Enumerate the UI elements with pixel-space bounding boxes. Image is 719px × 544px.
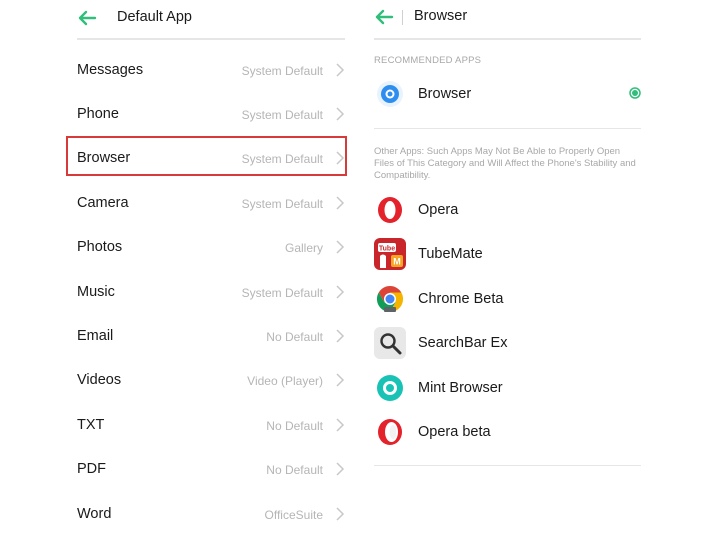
chevron-right-icon xyxy=(336,373,345,387)
svg-text:M: M xyxy=(393,257,401,267)
row-value: System Default xyxy=(241,197,323,211)
row-value: No Default xyxy=(266,330,323,344)
chevron-right-icon xyxy=(336,107,345,121)
header-separator xyxy=(402,10,403,25)
chevron-right-icon xyxy=(336,418,345,432)
browser-icon xyxy=(377,81,403,107)
default-app-header: Default App xyxy=(77,0,345,40)
mint-browser-icon xyxy=(377,375,403,401)
back-arrow-icon[interactable] xyxy=(374,9,394,25)
row-videos[interactable]: Videos Video (Player) xyxy=(77,359,345,403)
app-option-opera[interactable]: Opera xyxy=(374,194,641,238)
app-name: Chrome Beta xyxy=(418,291,504,307)
row-value: No Default xyxy=(266,463,323,477)
app-name: Browser xyxy=(418,86,472,102)
row-label: Word xyxy=(77,506,112,522)
chevron-right-icon xyxy=(336,462,345,476)
svg-text:Tube: Tube xyxy=(379,246,395,253)
row-value: Gallery xyxy=(284,241,323,255)
app-option-browser[interactable]: Browser xyxy=(374,78,641,122)
row-value: System Default xyxy=(241,108,323,122)
opera-icon xyxy=(378,197,402,223)
app-option-tubemate[interactable]: Tube M TubeMate xyxy=(374,238,641,282)
row-label: Messages xyxy=(77,62,144,78)
page-title: Browser xyxy=(414,8,468,24)
page-title: Default App xyxy=(117,9,192,25)
app-option-searchbar-ex[interactable]: SearchBar Ex xyxy=(374,327,641,371)
search-icon xyxy=(374,327,406,359)
row-phone[interactable]: Phone System Default xyxy=(77,93,345,137)
row-label: Videos xyxy=(77,372,122,388)
row-messages[interactable]: Messages System Default xyxy=(77,49,345,93)
chrome-beta-icon xyxy=(376,285,404,313)
row-value: System Default xyxy=(241,286,323,300)
app-name: TubeMate xyxy=(418,246,483,262)
other-apps-note: Other Apps: Such Apps May Not Be Able to… xyxy=(374,146,636,181)
app-name: Opera beta xyxy=(418,424,491,440)
divider xyxy=(374,465,641,466)
app-option-chrome-beta[interactable]: Chrome Beta xyxy=(374,283,641,327)
radio-selected-icon[interactable] xyxy=(629,87,641,99)
row-value: System Default xyxy=(241,64,323,78)
chevron-right-icon xyxy=(336,240,345,254)
row-music[interactable]: Music System Default xyxy=(77,271,345,315)
row-camera[interactable]: Camera System Default xyxy=(77,182,345,226)
row-value: No Default xyxy=(266,419,323,433)
row-label: Email xyxy=(77,328,114,344)
app-name: Opera xyxy=(418,202,459,218)
tubemate-icon: Tube M xyxy=(374,238,406,270)
row-email[interactable]: Email No Default xyxy=(77,315,345,359)
row-pdf[interactable]: PDF No Default xyxy=(77,448,345,492)
row-label: TXT xyxy=(77,417,105,433)
browser-row-highlight xyxy=(66,136,347,176)
chevron-right-icon xyxy=(336,285,345,299)
browser-header: Browser xyxy=(374,0,641,40)
row-label: Photos xyxy=(77,239,123,255)
row-label: Music xyxy=(77,284,115,300)
chevron-right-icon xyxy=(336,329,345,343)
app-option-opera-beta[interactable]: Opera beta xyxy=(374,416,641,460)
app-name: SearchBar Ex xyxy=(418,335,508,351)
chevron-right-icon xyxy=(336,507,345,521)
row-word[interactable]: Word OfficeSuite xyxy=(77,493,345,537)
divider xyxy=(374,128,641,129)
opera-beta-icon xyxy=(378,419,402,445)
row-value: Video (Player) xyxy=(247,374,323,388)
row-label: Camera xyxy=(77,195,129,211)
chevron-right-icon xyxy=(336,63,345,77)
row-label: Phone xyxy=(77,106,119,122)
app-option-mint-browser[interactable]: Mint Browser xyxy=(374,372,641,416)
row-photos[interactable]: Photos Gallery xyxy=(77,226,345,270)
row-label: PDF xyxy=(77,461,106,477)
app-name: Mint Browser xyxy=(418,380,503,396)
row-txt[interactable]: TXT No Default xyxy=(77,404,345,448)
section-header-recommended: RECOMMENDED APPS xyxy=(374,55,482,66)
back-arrow-icon[interactable] xyxy=(77,10,97,26)
chevron-right-icon xyxy=(336,196,345,210)
row-value: OfficeSuite xyxy=(264,508,323,522)
